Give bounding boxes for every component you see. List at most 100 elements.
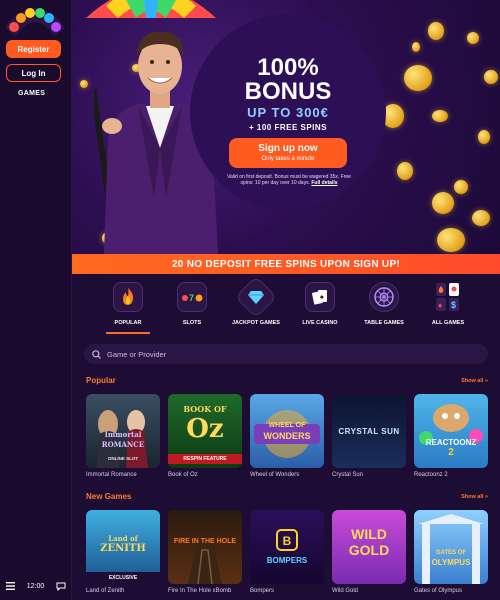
- register-button[interactable]: Register: [6, 40, 61, 58]
- game-name: Wheel of Wonders: [250, 472, 300, 478]
- chat-icon[interactable]: [56, 582, 66, 591]
- svg-text:7: 7: [189, 293, 194, 303]
- fire-icon: [113, 282, 143, 312]
- category-label: SLOTS: [182, 320, 202, 326]
- coin-image: [432, 110, 448, 122]
- signup-sublabel: Only takes a minute: [261, 156, 315, 162]
- game-art: [418, 514, 484, 584]
- svg-text:$: $: [451, 300, 456, 310]
- search-icon: [92, 349, 101, 359]
- game-art-text: GOLD: [348, 542, 390, 558]
- coin-image: [80, 80, 88, 88]
- game-tile-gates-of-olympus[interactable]: GATES OF OLYMPUS: [414, 510, 488, 584]
- game-name: Gates of Olympus: [414, 588, 463, 594]
- game-art-text: Oz: [186, 414, 224, 444]
- game-tile-fire-in-the-hole[interactable]: FIRE IN THE HOLE: [168, 510, 242, 584]
- game-name: Wild Gold: [332, 588, 359, 594]
- coin-image: [397, 162, 413, 180]
- promo-strip[interactable]: 20 NO DEPOSIT FREE SPINS UPON SIGN UP!: [72, 254, 500, 274]
- promo-amount: UP TO 300€: [247, 105, 329, 120]
- game-tile-book-of-oz[interactable]: BOOK OF Oz RESPIN FEATURE: [168, 394, 242, 468]
- category-label: POPULAR: [114, 320, 142, 326]
- svg-text:B: B: [283, 534, 292, 548]
- game-tile-immortal-romance[interactable]: Immortal ROMANCE ONLINE SLOT: [86, 394, 160, 468]
- coin-image: [412, 42, 420, 52]
- game-art-text: BOMPERS: [266, 556, 308, 565]
- terms-link[interactable]: Full details: [311, 180, 337, 186]
- game-art-text: OLYMPUS: [431, 558, 471, 567]
- category-slots[interactable]: 7 SLOTS: [162, 282, 222, 336]
- coin-image: [404, 65, 432, 91]
- nav-games-link[interactable]: GAMES: [18, 90, 45, 97]
- active-indicator: [106, 332, 150, 334]
- slots-icon: 7: [177, 282, 207, 312]
- coin-image: [478, 130, 490, 144]
- game-art-text: REACTOONZ: [425, 438, 477, 447]
- category-live-casino[interactable]: ♠ LIVE CASINO: [290, 282, 350, 336]
- roulette-icon: [369, 282, 399, 312]
- sidebar: Register Log In GAMES 12:00: [0, 0, 72, 600]
- category-all-games[interactable]: ♦ $ ALL GAMES: [418, 282, 478, 336]
- game-art-text: Immortal: [104, 430, 142, 439]
- game-tile-land-of-zenith[interactable]: Land of ZENITH EXCLUSIVE: [86, 510, 160, 584]
- wheelz-logo[interactable]: [6, 4, 64, 36]
- game-art-text: ZENITH: [100, 543, 146, 554]
- game-art-text: CRYSTAL SUN: [338, 427, 400, 436]
- search-bar[interactable]: [84, 344, 488, 364]
- category-label: TABLE GAMES: [364, 320, 404, 326]
- game-name: Immortal Romance: [86, 472, 137, 478]
- category-popular[interactable]: POPULAR: [98, 282, 158, 336]
- game-art-text: Land of: [108, 534, 138, 543]
- cards-icon: ♠: [305, 282, 335, 312]
- game-art: [188, 540, 222, 584]
- game-name: Fire In The Hole xBomb: [168, 588, 232, 594]
- category-nav: POPULAR 7 SLOTS JACKPOT GAMES ♠ LIVE CAS…: [98, 275, 478, 336]
- promo-title: BONUS: [244, 78, 332, 105]
- game-art-text: BOOK OF: [183, 404, 227, 414]
- game-art-text: 2: [448, 447, 454, 458]
- promo-free-spins: + 100 FREE SPINS: [248, 123, 328, 132]
- coin-image: [454, 180, 468, 194]
- menu-icon[interactable]: [6, 582, 15, 590]
- coin-image: [467, 32, 479, 44]
- game-tile-crystal-sun[interactable]: CRYSTAL SUN: [332, 394, 406, 468]
- game-art-text: RESPIN FEATURE: [183, 456, 227, 462]
- signup-button[interactable]: Sign up now Only takes a minute: [229, 138, 347, 168]
- category-table-games[interactable]: TABLE GAMES: [354, 282, 414, 336]
- game-art-text: WILD: [351, 526, 387, 542]
- coin-image: [437, 228, 465, 252]
- game-tile-bompers[interactable]: B BOMPERS: [250, 510, 324, 584]
- game-art-text: GATES OF: [435, 550, 467, 556]
- game-tile-reactoonz-2[interactable]: REACTOONZ 2: [414, 394, 488, 468]
- category-label: ALL GAMES: [431, 320, 465, 326]
- bonus-terms: Valid on first deposit. Bonus must be wa…: [222, 174, 356, 186]
- coin-image: [432, 192, 454, 214]
- sidebar-footer: 12:00: [0, 578, 72, 594]
- diamond-icon: [234, 275, 278, 319]
- section-title-popular: Popular: [86, 376, 116, 385]
- svg-text:♠: ♠: [320, 294, 324, 301]
- show-all-new-games-link[interactable]: Show all »: [461, 494, 488, 500]
- game-name: Crystal Sun: [332, 472, 364, 478]
- game-art-text: FIRE IN THE HOLE: [173, 538, 237, 545]
- category-jackpot[interactable]: JACKPOT GAMES: [226, 275, 286, 336]
- hero-banner: 100% BONUS UP TO 300€ + 100 FREE SPINS S…: [72, 0, 500, 254]
- game-tile-wild-gold[interactable]: WILD GOLD: [332, 510, 406, 584]
- section-title-new-games: New Games: [86, 492, 132, 501]
- game-name: Bompers: [250, 588, 275, 594]
- game-art-text: ROMANCE: [101, 440, 145, 449]
- grid-icon: ♦ $: [433, 282, 463, 312]
- game-art: B: [276, 529, 298, 551]
- show-all-popular-link[interactable]: Show all »: [461, 378, 488, 384]
- game-art-text: ONLINE SLOT: [107, 456, 139, 461]
- category-label: LIVE CASINO: [302, 320, 338, 326]
- login-button[interactable]: Log In: [6, 64, 61, 82]
- signup-label: Sign up now: [258, 143, 318, 154]
- coin-image: [484, 70, 498, 84]
- search-input[interactable]: [107, 349, 447, 359]
- coin-image: [428, 22, 444, 40]
- game-art-text: WONDERS: [263, 431, 311, 441]
- game-art-text: EXCLUSIVE: [108, 575, 138, 581]
- game-tile-wheel-of-wonders[interactable]: WHEEL OF WONDERS: [250, 394, 324, 468]
- svg-text:♦: ♦: [438, 301, 442, 310]
